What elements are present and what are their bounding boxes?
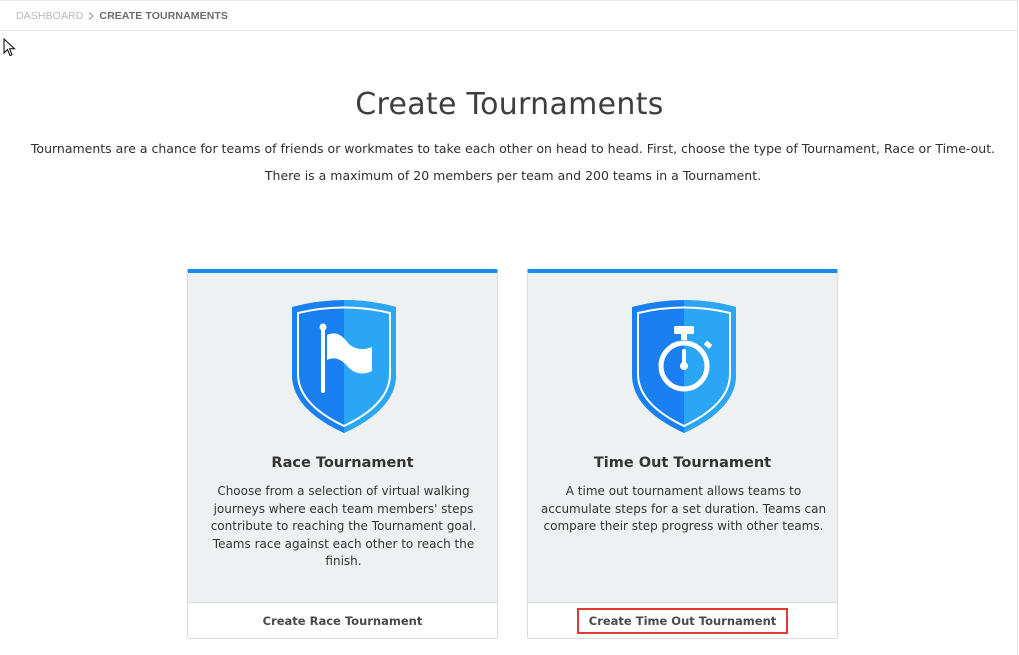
breadcrumb-current: CREATE TOURNAMENTS <box>99 9 229 22</box>
race-tournament-card: Race Tournament Choose from a selection … <box>187 269 498 639</box>
create-race-tournament-button[interactable]: Create Race Tournament <box>255 610 431 632</box>
time-out-tournament-card: Time Out Tournament A time out tournamen… <box>527 269 838 639</box>
breadcrumb: DASHBOARD CREATE TOURNAMENTS <box>0 0 1017 31</box>
card-title: Race Tournament <box>271 455 414 471</box>
mouse-cursor-icon <box>3 38 16 57</box>
card-title: Time Out Tournament <box>593 455 772 471</box>
card-footer: Create Race Tournament <box>188 602 497 638</box>
stopwatch-shield-icon <box>632 300 736 433</box>
chevron-right-icon <box>86 11 96 21</box>
card-description: A time out tournament allows teams to ac… <box>540 484 827 533</box>
page-title: Create Tournaments <box>355 87 664 122</box>
intro-text: Tournaments are a chance for teams of fr… <box>30 141 996 156</box>
create-time-out-tournament-button[interactable]: Create Time Out Tournament <box>576 607 789 634</box>
flag-shield-icon <box>292 300 396 433</box>
intro-limits-text: There is a maximum of 20 members per tea… <box>264 168 762 183</box>
card-description: Choose from a selection of virtual walki… <box>210 484 477 568</box>
card-footer: Create Time Out Tournament <box>528 602 837 638</box>
breadcrumb-dashboard-link[interactable]: DASHBOARD <box>16 10 83 22</box>
